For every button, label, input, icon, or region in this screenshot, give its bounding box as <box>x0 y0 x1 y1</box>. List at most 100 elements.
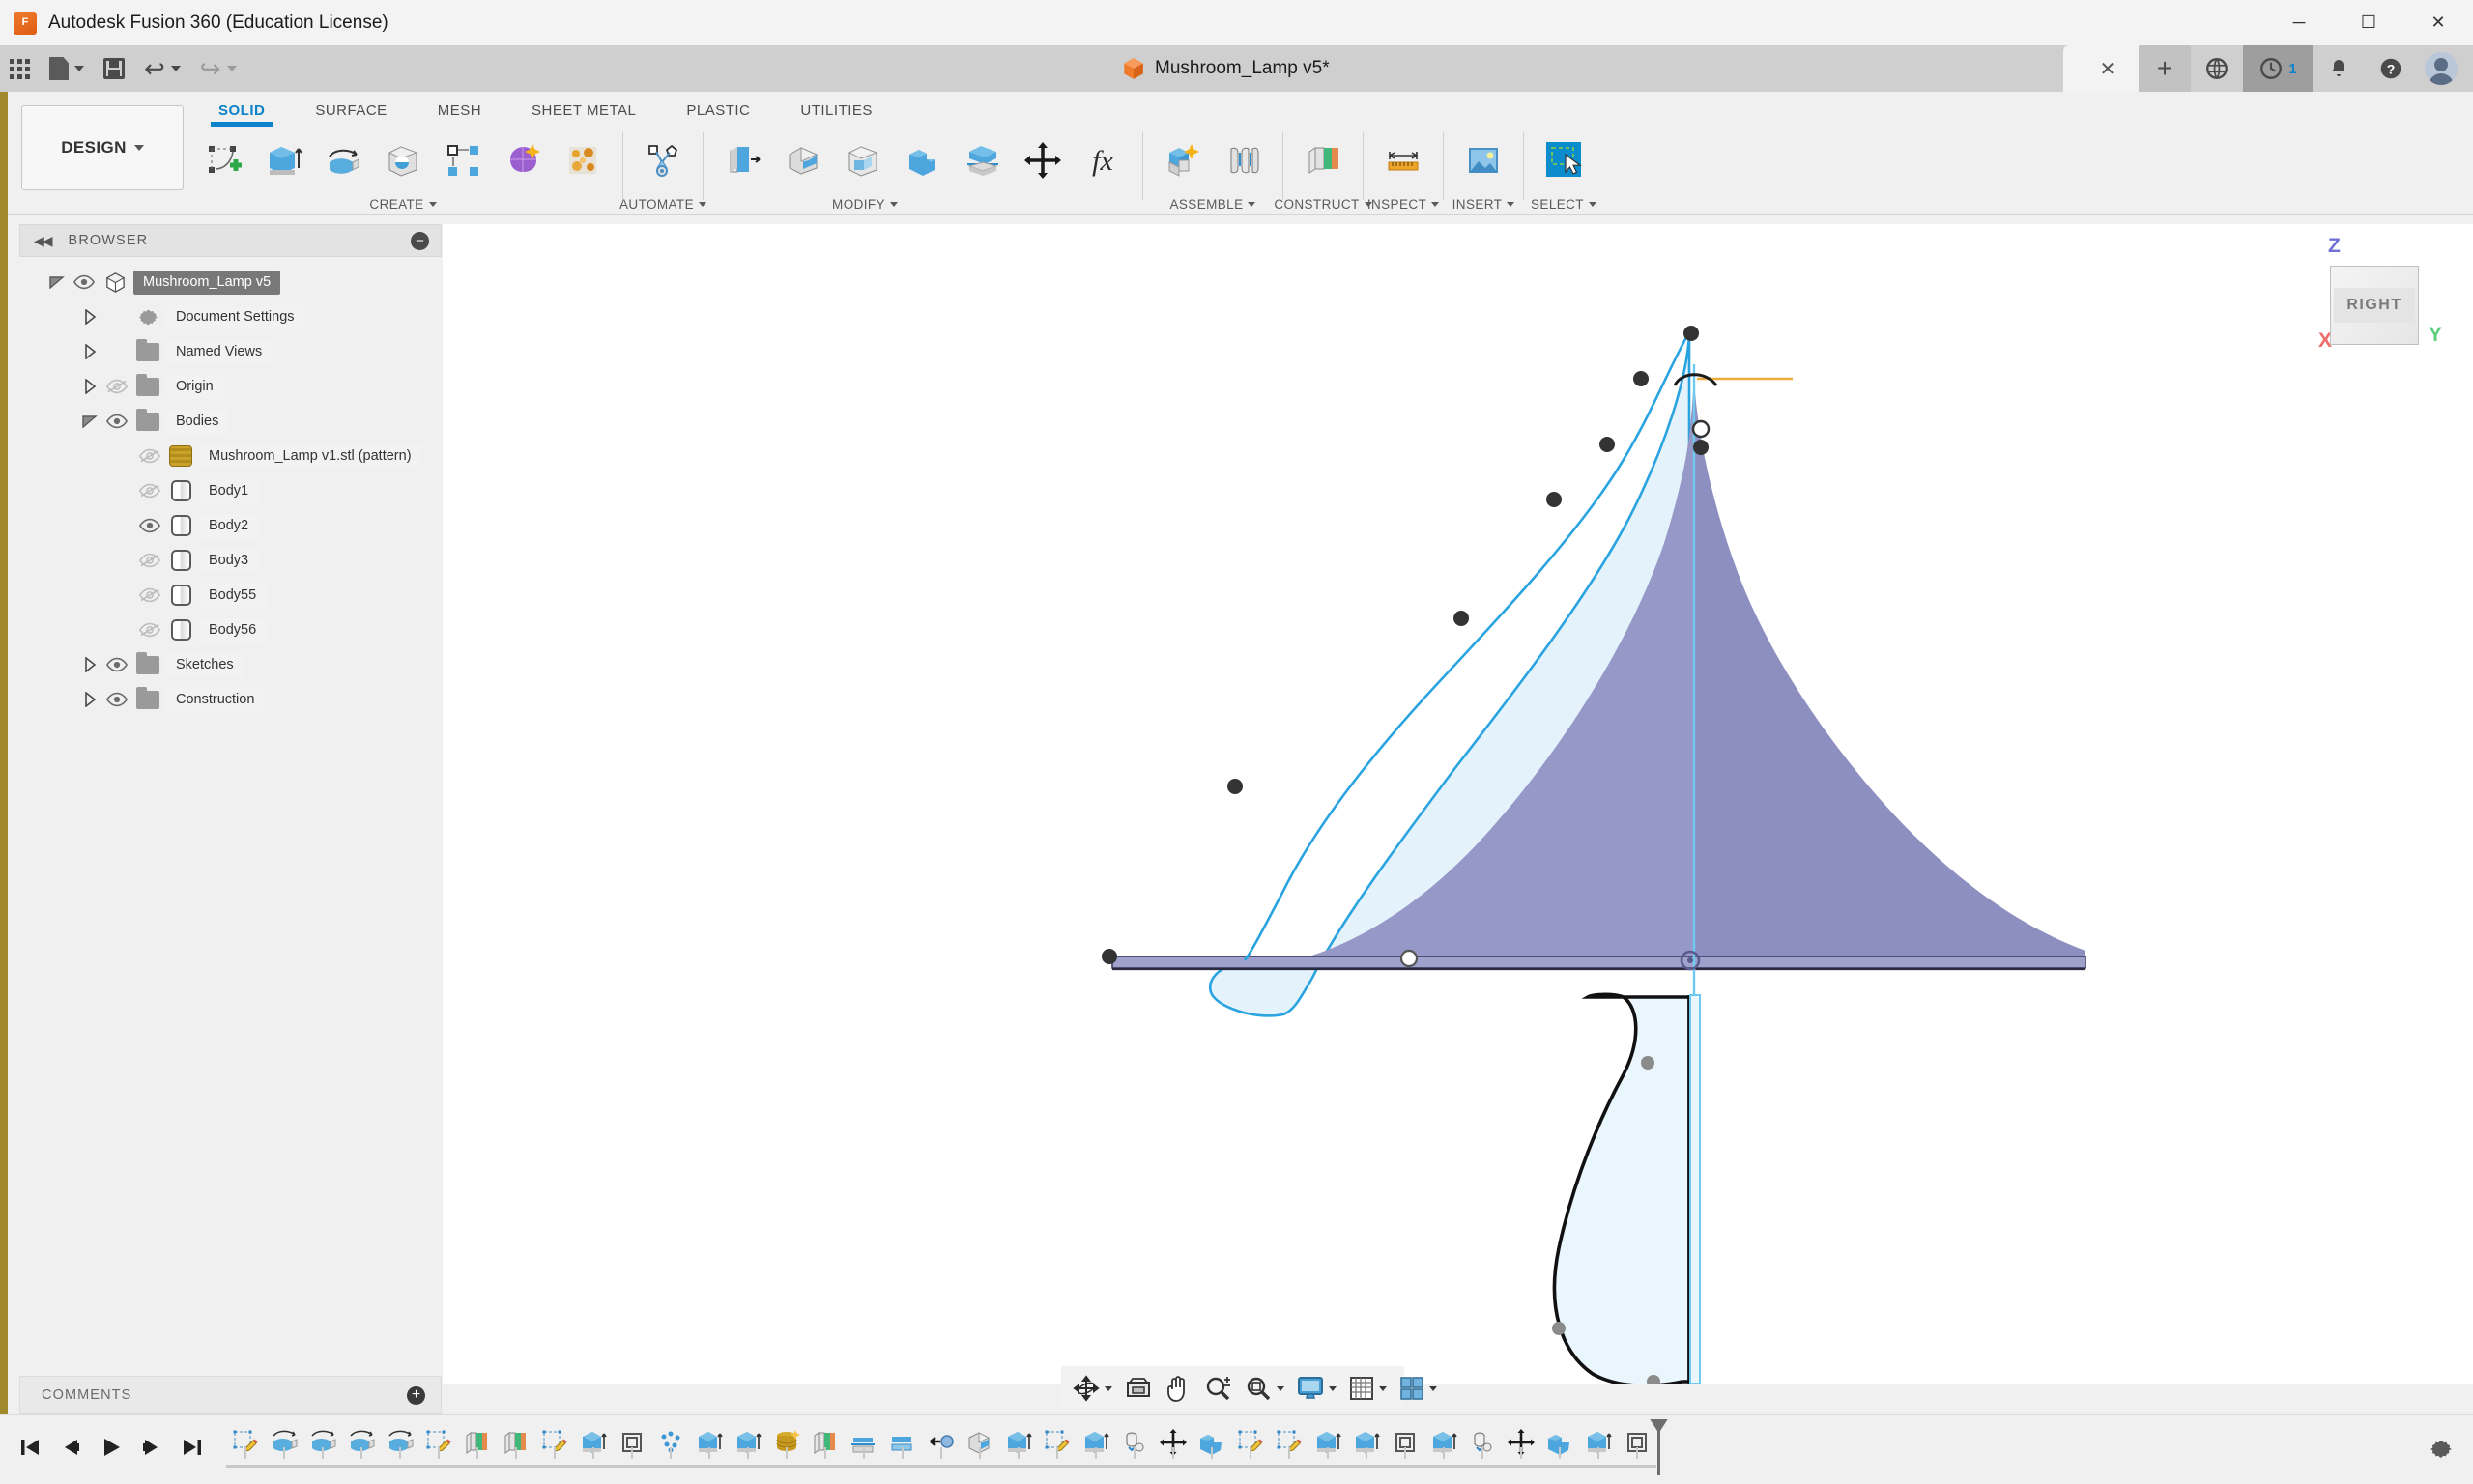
split-body-icon[interactable] <box>953 132 1013 188</box>
globe-icon[interactable] <box>2191 45 2243 92</box>
help-icon[interactable]: ? <box>2365 45 2417 92</box>
tree-node-body2[interactable]: Body2 <box>19 508 442 543</box>
tab-sheet-metal[interactable]: SHEET METAL <box>506 92 661 128</box>
move-copy-icon[interactable] <box>1013 132 1073 188</box>
timeline-feature-8[interactable] <box>535 1421 574 1464</box>
visibility-eye-icon[interactable] <box>133 480 166 501</box>
shell-icon[interactable] <box>833 132 893 188</box>
press-pull-icon[interactable] <box>713 132 773 188</box>
select-tool-icon[interactable] <box>1534 132 1594 188</box>
tree-node-body3[interactable]: Body3 <box>19 543 442 578</box>
go-to-beginning-icon[interactable] <box>17 1435 43 1465</box>
timeline-end-marker[interactable] <box>1657 1421 1660 1475</box>
pan-icon[interactable] <box>1160 1369 1196 1408</box>
expand-arrow-icon[interactable] <box>79 689 101 710</box>
automated-modeling-icon[interactable] <box>633 132 693 188</box>
timeline-feature-24[interactable] <box>1154 1421 1193 1464</box>
joint-icon[interactable] <box>1213 132 1273 188</box>
timeline-feature-32[interactable] <box>1463 1421 1502 1464</box>
step-forward-icon[interactable] <box>139 1435 164 1465</box>
visibility-eye-icon[interactable] <box>133 445 166 467</box>
visibility-eye-icon[interactable] <box>68 271 101 293</box>
timeline-feature-31[interactable] <box>1424 1421 1463 1464</box>
tab-solid[interactable]: SOLID <box>193 92 290 128</box>
viewcube-face-right[interactable]: RIGHT <box>2334 288 2414 323</box>
combine-icon[interactable] <box>893 132 953 188</box>
step-back-icon[interactable] <box>58 1435 83 1465</box>
expand-arrow-icon[interactable] <box>79 306 101 328</box>
notification-bell-icon[interactable] <box>2313 45 2365 92</box>
zoom-icon[interactable] <box>1198 1369 1237 1408</box>
visibility-eye-icon[interactable] <box>101 654 133 675</box>
timeline-feature-36[interactable] <box>1618 1421 1656 1464</box>
visibility-eye-icon[interactable] <box>133 619 166 641</box>
timeline-feature-4[interactable] <box>381 1421 419 1464</box>
timeline-feature-11[interactable] <box>651 1421 690 1464</box>
timeline-feature-22[interactable] <box>1077 1421 1115 1464</box>
viewport-canvas[interactable]: Z X Y RIGHT <box>443 224 2473 1384</box>
timeline-feature-12[interactable] <box>690 1421 729 1464</box>
tab-surface[interactable]: SURFACE <box>290 92 412 128</box>
zoom-window-icon[interactable] <box>1239 1369 1289 1408</box>
maximize-button[interactable]: ☐ <box>2334 0 2403 45</box>
tree-node-body56[interactable]: Body56 <box>19 613 442 647</box>
timeline-feature-19[interactable] <box>961 1421 999 1464</box>
timeline-feature-6[interactable] <box>458 1421 497 1464</box>
revolve-icon[interactable] <box>313 132 373 188</box>
view-cube[interactable]: Z X Y RIGHT <box>2287 229 2452 374</box>
tree-node-bodies[interactable]: Bodies <box>19 404 442 439</box>
timeline-feature-28[interactable] <box>1308 1421 1347 1464</box>
tab-plastic[interactable]: PLASTIC <box>661 92 775 128</box>
tree-node-body1[interactable]: Body1 <box>19 473 442 508</box>
minimize-button[interactable]: ─ <box>2264 0 2334 45</box>
offset-plane-icon[interactable] <box>1293 132 1353 188</box>
timeline-feature-23[interactable] <box>1115 1421 1154 1464</box>
timeline-feature-10[interactable] <box>613 1421 651 1464</box>
visibility-eye-icon[interactable] <box>133 550 166 571</box>
look-at-icon[interactable] <box>1119 1369 1158 1408</box>
tree-node-construction[interactable]: Construction <box>19 682 442 717</box>
timeline-feature-18[interactable] <box>922 1421 961 1464</box>
expand-arrow-icon[interactable] <box>79 376 101 397</box>
insert-image-icon[interactable] <box>1453 132 1513 188</box>
timeline-feature-1[interactable] <box>265 1421 303 1464</box>
timeline-track[interactable] <box>226 1421 1656 1479</box>
save-icon[interactable] <box>94 45 134 92</box>
avatar[interactable] <box>2425 52 2458 85</box>
timeline-feature-14[interactable] <box>767 1421 806 1464</box>
timeline-feature-34[interactable] <box>1540 1421 1579 1464</box>
undo-icon[interactable]: ↩ <box>134 45 190 92</box>
change-parameters-icon[interactable]: fx <box>1073 132 1133 188</box>
tree-node-mushroom-lamp-v1-stl-pattern[interactable]: Mushroom_Lamp v1.stl (pattern) <box>19 439 442 473</box>
expand-arrow-icon[interactable] <box>79 654 101 675</box>
timeline-feature-30[interactable] <box>1386 1421 1424 1464</box>
tree-node-document-settings[interactable]: Document Settings <box>19 300 442 334</box>
timeline-feature-21[interactable] <box>1038 1421 1077 1464</box>
timeline-feature-9[interactable] <box>574 1421 613 1464</box>
orbit-icon[interactable] <box>1067 1369 1117 1408</box>
visibility-eye-icon[interactable] <box>101 376 133 397</box>
viewcube-cube[interactable]: RIGHT <box>2330 266 2419 345</box>
timeline-feature-25[interactable] <box>1193 1421 1231 1464</box>
timeline-feature-27[interactable] <box>1270 1421 1308 1464</box>
timeline-feature-15[interactable] <box>806 1421 845 1464</box>
timeline-feature-20[interactable] <box>999 1421 1038 1464</box>
extrude-icon[interactable] <box>253 132 313 188</box>
hole-icon[interactable] <box>373 132 433 188</box>
close-icon[interactable]: ✕ <box>2100 57 2116 81</box>
tree-node-mushroom-lamp-v5[interactable]: Mushroom_Lamp v5 <box>19 265 442 300</box>
new-component-icon[interactable] <box>1153 132 1213 188</box>
minimize-browser-icon[interactable]: − <box>411 232 429 250</box>
add-tab-button[interactable]: + <box>2139 45 2191 92</box>
add-comment-icon[interactable]: + <box>407 1386 425 1405</box>
redo-icon[interactable]: ↪ <box>190 45 246 92</box>
app-grid-icon[interactable] <box>0 45 40 92</box>
expand-arrow-icon[interactable] <box>79 411 101 432</box>
viewports-icon[interactable] <box>1394 1369 1442 1408</box>
timeline-feature-3[interactable] <box>342 1421 381 1464</box>
gear-icon[interactable] <box>2429 1437 2454 1467</box>
fillet-icon[interactable] <box>773 132 833 188</box>
timeline-feature-5[interactable] <box>419 1421 458 1464</box>
visibility-eye-icon[interactable] <box>101 689 133 710</box>
timeline-feature-16[interactable] <box>845 1421 883 1464</box>
